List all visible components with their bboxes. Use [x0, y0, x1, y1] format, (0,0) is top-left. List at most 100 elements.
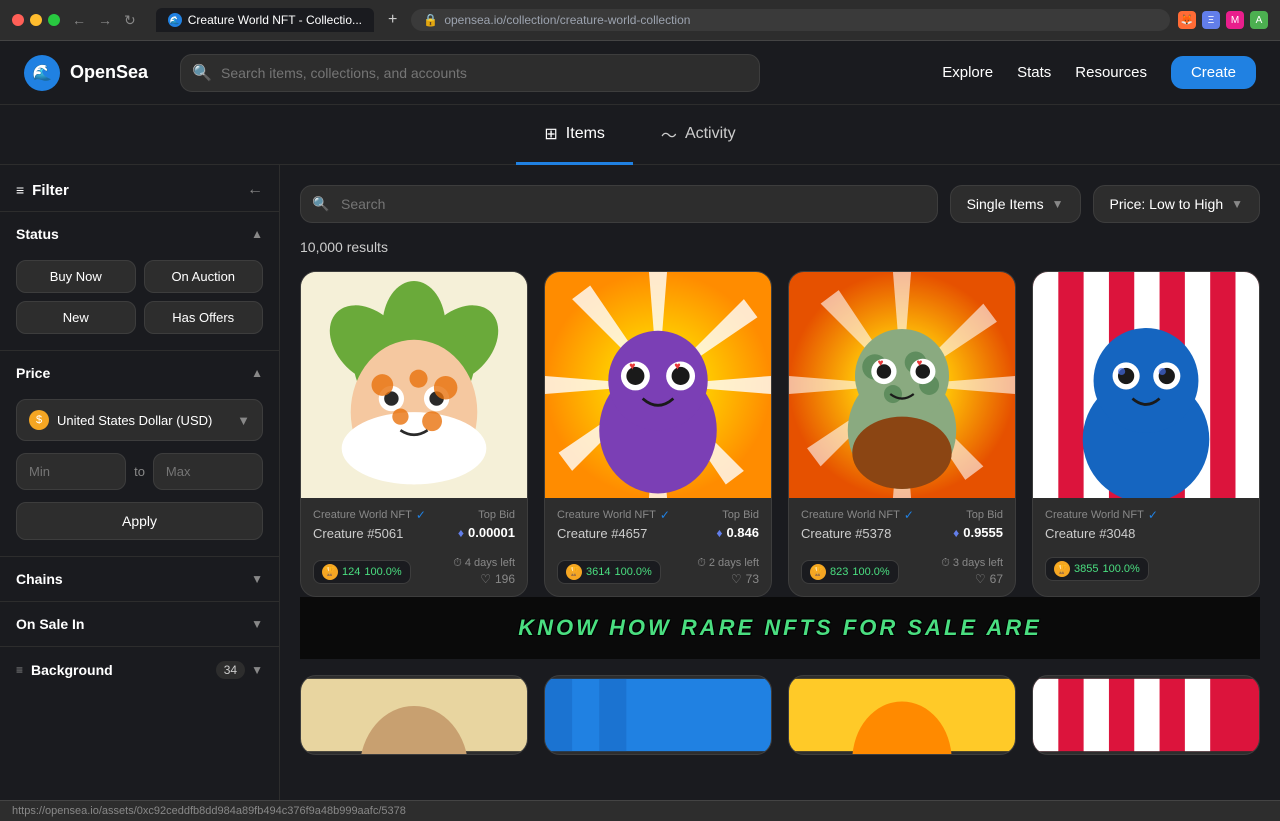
extension-icon-4[interactable]: A [1250, 11, 1268, 29]
like-row-1: ♡ 196 [480, 572, 515, 586]
extension-icon-2[interactable]: Ξ [1202, 11, 1220, 29]
rarity-num-1: 124 [342, 566, 360, 578]
usd-icon: $ [29, 410, 49, 430]
collapse-sidebar-button[interactable]: ← [247, 181, 263, 199]
content-search-icon: 🔍 [312, 196, 329, 213]
like-row-2: ♡ 73 [731, 572, 759, 586]
nft-info-1: Creature World NFT ✓ Top Bid Creature #5… [301, 498, 527, 551]
price-sort-dropdown[interactable]: Price: Low to High ▼ [1093, 185, 1261, 223]
chains-section-header[interactable]: Chains ▼ [0, 557, 279, 601]
rarity-icon-4: 🏆 [1054, 561, 1070, 577]
status-section-header[interactable]: Status ▲ [0, 212, 279, 256]
verified-badge-1: ✓ [416, 508, 426, 522]
collection-name-4: Creature World NFT [1045, 509, 1144, 521]
buy-now-button[interactable]: Buy Now [16, 260, 136, 293]
extension-icon-1[interactable]: 🦊 [1178, 11, 1196, 29]
sidebar-title: ≡ Filter [16, 182, 69, 199]
background-section: ≡ Background 34 ▼ [0, 646, 279, 693]
nft-card-partial-3[interactable] [788, 675, 1016, 755]
on-sale-chevron: ▼ [251, 617, 263, 631]
rarity-pct-2: 100.0% [614, 566, 651, 578]
price-section-header[interactable]: Price ▲ [0, 351, 279, 395]
heart-icon-2: ♡ [731, 572, 742, 586]
nft-card-3[interactable]: ♥ ♥ Creature World NFT ✓ Top Bid [788, 271, 1016, 597]
price-min-input[interactable] [16, 453, 126, 490]
list-icon: ≡ [16, 663, 23, 677]
content-search-input[interactable] [300, 185, 938, 223]
price-label-2: Top Bid [722, 509, 759, 521]
address-bar[interactable]: 🔒 opensea.io/collection/creature-world-c… [411, 9, 1170, 31]
on-sale-label: On Sale In [16, 616, 84, 632]
logo[interactable]: 🌊 OpenSea [24, 55, 148, 91]
app-header: 🌊 OpenSea 🔍 Explore Stats Resources Crea… [0, 41, 1280, 105]
header-search-input[interactable] [180, 54, 760, 92]
apply-button[interactable]: Apply [16, 502, 263, 540]
currency-dropdown[interactable]: $ United States Dollar (USD) ▼ [16, 399, 263, 441]
status-buttons-grid: Buy Now On Auction New Has Offers [0, 256, 279, 350]
background-label: Background [31, 662, 113, 678]
nft-name-2: Creature #4657 [557, 526, 647, 541]
nav-create[interactable]: Create [1171, 56, 1256, 89]
nav-items: Explore Stats Resources Create [942, 56, 1256, 89]
svg-text:♥: ♥ [916, 358, 922, 369]
tab-items[interactable]: ⊞ Items [516, 106, 633, 165]
price-sort-chevron: ▼ [1231, 197, 1243, 211]
status-chevron: ▲ [251, 227, 263, 241]
grid-icon: ⊞ [544, 124, 557, 144]
nft-image-2: ♥ ♥ [545, 272, 771, 498]
tab-title: Creature World NFT - Collectio... [188, 13, 362, 27]
price-max-input[interactable] [153, 453, 263, 490]
has-offers-button[interactable]: Has Offers [144, 301, 264, 334]
on-sale-section: On Sale In ▼ [0, 601, 279, 646]
maximize-button[interactable] [48, 14, 60, 26]
collection-name-2: Creature World NFT [557, 509, 656, 521]
nft-card-partial-1[interactable] [300, 675, 528, 755]
price-label-3: Top Bid [966, 509, 1003, 521]
background-section-header[interactable]: ≡ Background 34 ▼ [0, 647, 279, 693]
tab-activity[interactable]: 〜 Activity [633, 106, 764, 165]
currency-chevron: ▼ [237, 413, 250, 428]
back-button[interactable]: ← [68, 10, 90, 31]
nft-card-partial-2[interactable] [544, 675, 772, 755]
reload-button[interactable]: ↻ [120, 10, 140, 31]
forward-button[interactable]: → [94, 10, 116, 31]
nav-explore[interactable]: Explore [942, 64, 993, 81]
price-section: Price ▲ $ United States Dollar (USD) ▼ t… [0, 350, 279, 556]
rarity-badge-1: 🏆 124 100.0% [313, 560, 411, 584]
extension-icon-3[interactable]: M [1226, 11, 1244, 29]
price-label-1: Top Bid [478, 509, 515, 521]
nft-card-4[interactable]: Creature World NFT ✓ Creature #3048 🏆 38… [1032, 271, 1260, 597]
content-toolbar: 🔍 Single Items ▼ Price: Low to High ▼ [300, 185, 1260, 223]
nav-resources[interactable]: Resources [1075, 64, 1147, 81]
collection-name-3: Creature World NFT [801, 509, 900, 521]
active-tab[interactable]: 🌊 Creature World NFT - Collectio... [156, 8, 374, 32]
nft-bottom-4: 🏆 3855 100.0% [1033, 551, 1259, 591]
nft-bottom-2: 🏆 3614 100.0% ⏱ 2 days left ♡ 73 [545, 551, 771, 596]
promo-text: KNOW HOW RARE NFTS FOR SALE ARE [320, 607, 1240, 649]
status-section: Status ▲ Buy Now On Auction New Has Offe… [0, 211, 279, 350]
rarity-num-3: 823 [830, 566, 848, 578]
nft-card-2[interactable]: ♥ ♥ Creature World NFT ✓ Top Bid Creatur… [544, 271, 772, 597]
new-button[interactable]: New [16, 301, 136, 334]
nft-card-partial-4[interactable] [1032, 675, 1260, 755]
nft-bottom-1: 🏆 124 100.0% ⏱ 4 days left ♡ 196 [301, 551, 527, 596]
minimize-button[interactable] [30, 14, 42, 26]
add-tab-button[interactable]: + [382, 9, 403, 31]
nav-stats[interactable]: Stats [1017, 64, 1051, 81]
nft-card-1[interactable]: Creature World NFT ✓ Top Bid Creature #5… [300, 271, 528, 597]
on-auction-button[interactable]: On Auction [144, 260, 264, 293]
chains-section: Chains ▼ [0, 556, 279, 601]
price-chevron: ▲ [251, 366, 263, 380]
close-button[interactable] [12, 14, 24, 26]
browser-actions: 🦊 Ξ M A [1178, 11, 1268, 29]
content-area: 🔍 Single Items ▼ Price: Low to High ▼ 10… [280, 165, 1280, 800]
promo-banner: KNOW HOW RARE NFTS FOR SALE ARE [300, 597, 1260, 659]
single-items-dropdown[interactable]: Single Items ▼ [950, 185, 1081, 223]
likes-2: 73 [746, 572, 759, 586]
nft-grid: Creature World NFT ✓ Top Bid Creature #5… [300, 271, 1260, 597]
tab-items-label: Items [566, 125, 605, 143]
tab-bar: 🌊 Creature World NFT - Collectio... + [156, 8, 404, 32]
on-sale-section-header[interactable]: On Sale In ▼ [0, 602, 279, 646]
price-range: to [16, 453, 263, 490]
like-row-3: ♡ 67 [975, 572, 1003, 586]
